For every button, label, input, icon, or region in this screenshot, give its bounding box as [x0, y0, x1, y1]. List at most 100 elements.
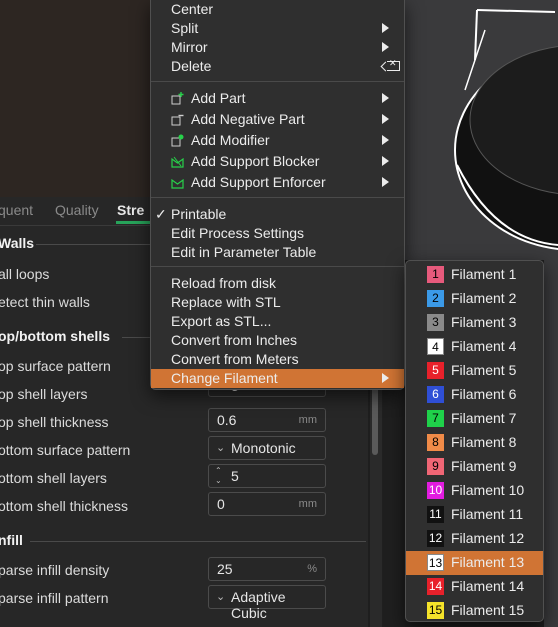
bottom-shell-thickness-input[interactable]: 0 mm: [208, 492, 326, 516]
filament-color-swatch: 14: [427, 578, 444, 595]
menu-item-label: Add Modifier: [191, 132, 270, 148]
filament-item[interactable]: 11 Filament 11: [406, 503, 543, 527]
filament-label: Filament 5: [451, 362, 517, 378]
top-shell-thickness-input[interactable]: 0.6 mm: [208, 408, 326, 432]
menu-item-edit-parameter-table[interactable]: Edit in Parameter Table: [151, 243, 404, 262]
support-blocker-icon: [171, 156, 184, 168]
filament-item[interactable]: 6 Filament 6: [406, 383, 543, 407]
menu-item-convert-from-meters[interactable]: Convert from Meters: [151, 350, 404, 369]
filament-item[interactable]: 3 Filament 3: [406, 311, 543, 335]
add-negative-part-icon: [171, 114, 184, 126]
section-walls: Walls: [0, 235, 35, 251]
bottom-shell-thickness-value: 0: [217, 496, 225, 512]
unit-label: mm: [298, 414, 317, 426]
label-detect-thin-walls: etect thin walls: [0, 294, 90, 310]
menu-item-label: Add Part: [191, 90, 246, 106]
submenu-arrow-icon: [382, 23, 389, 33]
tab-strength[interactable]: Stre: [117, 202, 144, 218]
unit-label: mm: [298, 498, 317, 510]
menu-item-edit-process-settings[interactable]: Edit Process Settings: [151, 224, 404, 243]
menu-item-label: Edit in Parameter Table: [171, 244, 317, 260]
filament-color-swatch: 15: [427, 602, 444, 619]
unit-label: %: [307, 563, 317, 575]
sparse-infill-density-input[interactable]: 25 %: [208, 557, 326, 581]
submenu-arrow-icon: [382, 373, 389, 383]
menu-item-add-negative-part[interactable]: Add Negative Part: [151, 110, 404, 129]
filament-item[interactable]: 12 Filament 12: [406, 527, 543, 551]
menu-item-printable[interactable]: ✓ Printable: [151, 205, 404, 224]
filament-color-swatch: 13: [427, 554, 444, 571]
bottom-surface-pattern-value: Monotonic: [231, 440, 296, 456]
filament-color-swatch: 10: [427, 482, 444, 499]
section-divider: [30, 541, 366, 542]
label-bottom-shell-layers: ottom shell layers: [0, 470, 107, 486]
filament-label: Filament 4: [451, 338, 517, 354]
label-top-shell-layers: op shell layers: [0, 386, 88, 402]
menu-item-replace-with-stl[interactable]: Replace with STL: [151, 293, 404, 312]
filament-label: Filament 2: [451, 290, 517, 306]
filament-item[interactable]: 14 Filament 14: [406, 575, 543, 599]
filament-color-swatch: 12: [427, 530, 444, 547]
tab-quality[interactable]: Quality: [55, 202, 99, 218]
label-top-surface-pattern: op surface pattern: [0, 358, 111, 374]
bottom-shell-layers-value: 5: [231, 468, 239, 484]
menu-item-label: Center: [171, 1, 214, 17]
filament-submenu: 1 Filament 1 2 Filament 2 3 Filament 3 4 Filame…: [405, 260, 544, 622]
top-shell-thickness-value: 0.6: [217, 412, 237, 428]
filament-item[interactable]: 9 Filament 9: [406, 455, 543, 479]
menu-item-label: Convert from Meters: [171, 351, 299, 367]
label-bottom-shell-thickness: ottom shell thickness: [0, 498, 128, 514]
filament-color-swatch: 9: [427, 458, 444, 475]
add-part-icon: [171, 92, 184, 105]
bottom-shell-layers-input[interactable]: ⌃ ⌄ 5: [208, 464, 326, 488]
label-top-shell-thickness: op shell thickness: [0, 414, 109, 430]
menu-item-mirror[interactable]: Mirror: [151, 38, 404, 57]
filament-item[interactable]: 13 Filament 13: [406, 551, 543, 575]
filament-item[interactable]: 15 Filament 15: [406, 599, 543, 623]
menu-item-label: Convert from Inches: [171, 332, 298, 348]
filament-item[interactable]: 4 Filament 4: [406, 335, 543, 359]
filament-item[interactable]: 8 Filament 8: [406, 431, 543, 455]
tab-frequent[interactable]: quent: [0, 202, 33, 218]
bottom-surface-pattern-select[interactable]: ⌄ Monotonic: [208, 436, 326, 460]
section-top-bottom-shells: op/bottom shells: [0, 328, 110, 344]
app-window: quent Quality Stre Walls all loops etect…: [0, 0, 558, 627]
menu-item-add-support-enforcer[interactable]: Add Support Enforcer: [151, 173, 404, 192]
menu-item-delete[interactable]: Delete ✕: [151, 57, 404, 76]
menu-item-add-support-blocker[interactable]: Add Support Blocker: [151, 152, 404, 171]
menu-separator: [151, 81, 404, 82]
filament-color-swatch: 2: [427, 290, 444, 307]
submenu-arrow-icon: [382, 135, 389, 145]
preview-area: [0, 0, 150, 197]
menu-item-add-modifier[interactable]: Add Modifier: [151, 131, 404, 150]
3d-viewport[interactable]: [405, 0, 558, 260]
submenu-arrow-icon: [382, 93, 389, 103]
filament-item[interactable]: 7 Filament 7: [406, 407, 543, 431]
menu-item-center[interactable]: Center: [151, 0, 404, 19]
spin-arrows-icon[interactable]: ⌃ ⌄: [215, 466, 222, 486]
menu-item-reload-from-disk[interactable]: Reload from disk: [151, 274, 404, 293]
label-sparse-infill-pattern: parse infill pattern: [0, 590, 109, 606]
filament-item[interactable]: 5 Filament 5: [406, 359, 543, 383]
menu-item-export-as-stl[interactable]: Export as STL...: [151, 312, 404, 331]
filament-item[interactable]: 2 Filament 2: [406, 287, 543, 311]
filament-color-swatch: 6: [427, 386, 444, 403]
menu-item-split[interactable]: Split: [151, 19, 404, 38]
checkmark-icon: ✓: [155, 206, 167, 222]
filament-label: Filament 15: [451, 602, 525, 618]
menu-item-change-filament[interactable]: Change Filament: [151, 369, 404, 388]
filament-item[interactable]: 1 Filament 1: [406, 263, 543, 287]
menu-item-add-part[interactable]: Add Part: [151, 89, 404, 108]
menu-item-label: Reload from disk: [171, 275, 277, 291]
model-outline: [454, 9, 558, 250]
filament-label: Filament 11: [451, 506, 524, 522]
menu-item-convert-from-inches[interactable]: Convert from Inches: [151, 331, 404, 350]
filament-label: Filament 8: [451, 434, 517, 450]
label-bottom-surface-pattern: ottom surface pattern: [0, 442, 131, 458]
section-infill: nfill: [0, 532, 23, 548]
sparse-infill-pattern-select[interactable]: ⌄ Adaptive Cubic: [208, 585, 326, 621]
filament-item[interactable]: 10 Filament 10: [406, 479, 543, 503]
delete-key-icon: ✕: [387, 58, 400, 71]
active-tab-indicator: [116, 221, 150, 224]
object-context-menu: Center Split Mirror Delete ✕ Add Part Add…: [150, 0, 405, 390]
